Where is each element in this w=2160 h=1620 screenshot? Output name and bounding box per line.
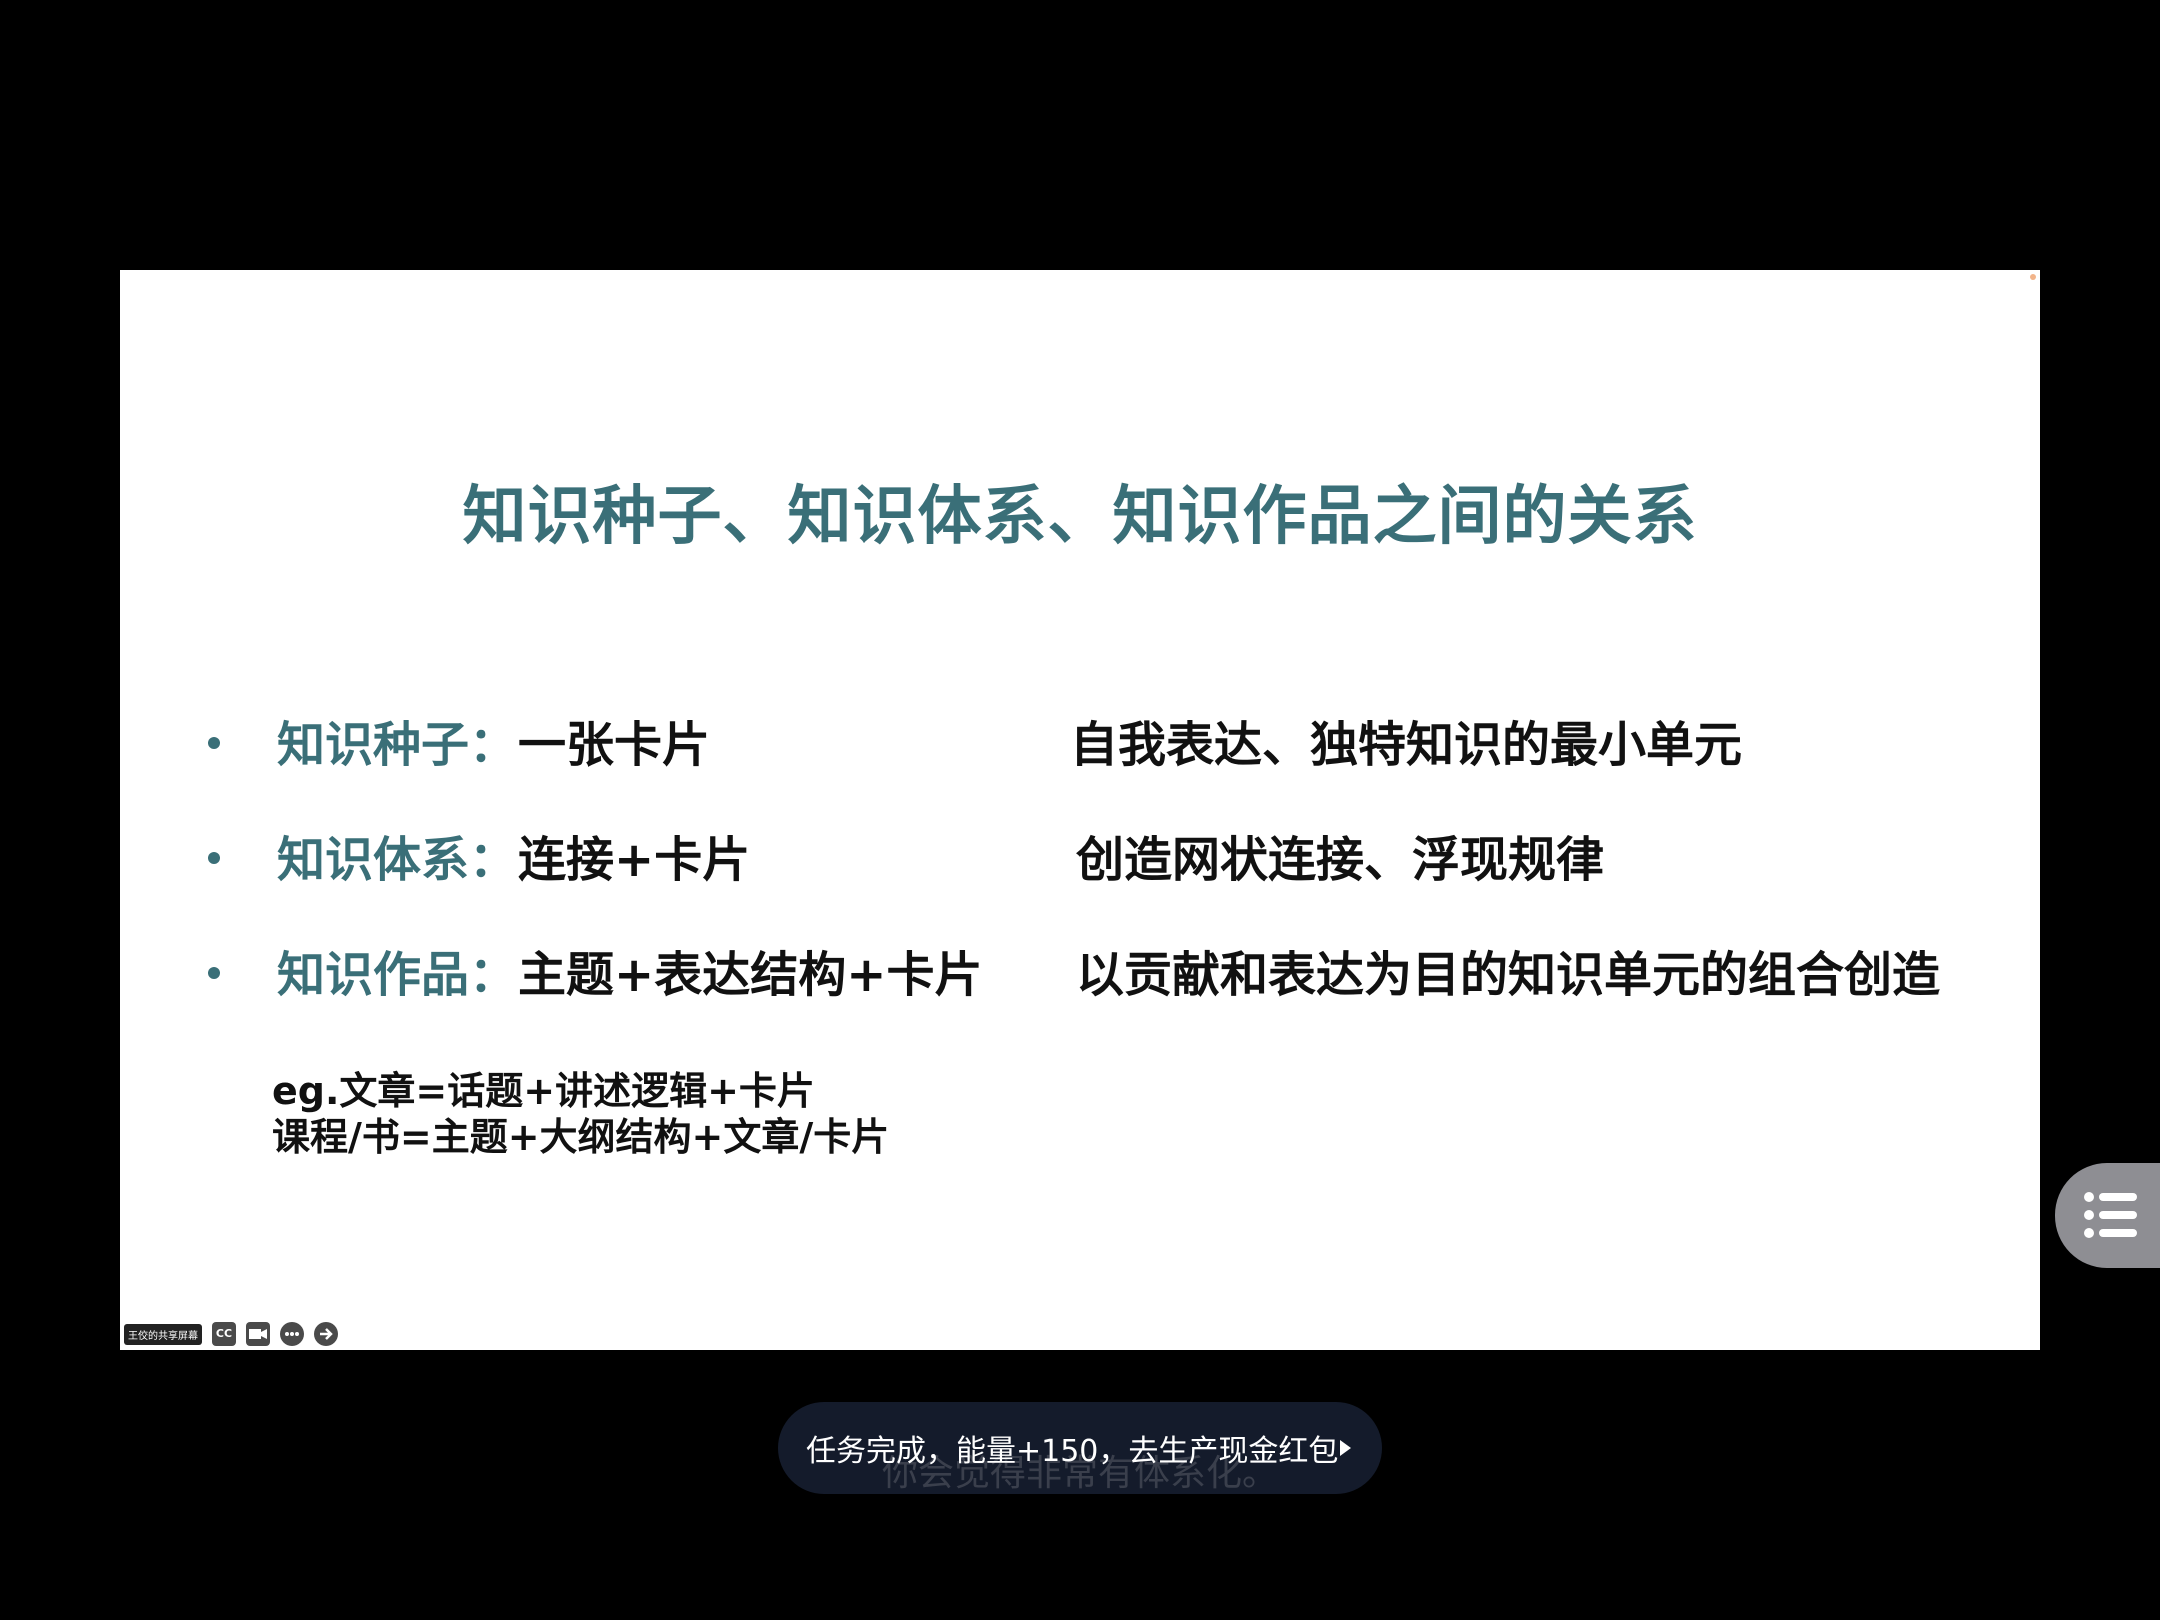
bullet-term: 知识体系：	[277, 832, 518, 888]
bullet-formula: 连接+卡片	[518, 832, 751, 888]
bullet-dot	[208, 737, 220, 749]
slide-corner-dot	[2030, 274, 2036, 280]
toast-message: 任务完成，能量+150，去生产现金红包	[806, 1434, 1339, 1469]
bullet-row-work: 知识作品： 主题+表达结构+卡片 以贡献和表达为目的知识单元的组合创造	[120, 935, 2040, 1015]
bullet-description: 创造网状连接、浮现规律	[1076, 832, 1605, 888]
bullet-formula: 一张卡片	[518, 717, 711, 773]
meeting-toolbar: 王佼的共享屏幕 CC	[124, 1320, 338, 1348]
task-complete-toast[interactable]: 你会觉得非常有体系化。 任务完成，能量+150，去生产现金红包	[778, 1402, 1382, 1494]
arrow-right-icon[interactable]	[314, 1322, 338, 1346]
bullet-formula: 主题+表达结构+卡片	[518, 947, 983, 1003]
cc-icon[interactable]: CC	[212, 1322, 236, 1346]
floating-list-button[interactable]	[2055, 1163, 2160, 1268]
bullet-term: 知识作品：	[277, 947, 518, 1003]
example-course: 课程/书=主题+大纲结构+文章/卡片	[272, 1115, 890, 1159]
shared-slide: 知识种子、知识体系、知识作品之间的关系 知识种子： 一张卡片 自我表达、独特知识…	[120, 270, 2040, 1350]
bullet-row-system: 知识体系： 连接+卡片 创造网状连接、浮现规律	[120, 820, 2040, 900]
more-icon[interactable]	[280, 1322, 304, 1346]
camera-icon[interactable]	[246, 1322, 270, 1346]
bullet-dot	[208, 852, 220, 864]
list-icon	[2084, 1192, 2137, 1238]
bullet-description: 以贡献和表达为目的知识单元的组合创造	[1076, 947, 1941, 1003]
video-player-screen: 知识种子、知识体系、知识作品之间的关系 知识种子： 一张卡片 自我表达、独特知识…	[0, 0, 2160, 1620]
play-arrow-icon	[1340, 1440, 1351, 1456]
bullet-description: 自我表达、独特知识的最小单元	[1070, 717, 1743, 773]
screen-share-label: 王佼的共享屏幕	[124, 1323, 202, 1345]
bullet-row-seed: 知识种子： 一张卡片 自我表达、独特知识的最小单元	[120, 705, 2040, 785]
bullet-dot	[208, 967, 220, 979]
bullet-term: 知识种子：	[277, 717, 518, 773]
slide-title: 知识种子、知识体系、知识作品之间的关系	[462, 480, 1698, 554]
